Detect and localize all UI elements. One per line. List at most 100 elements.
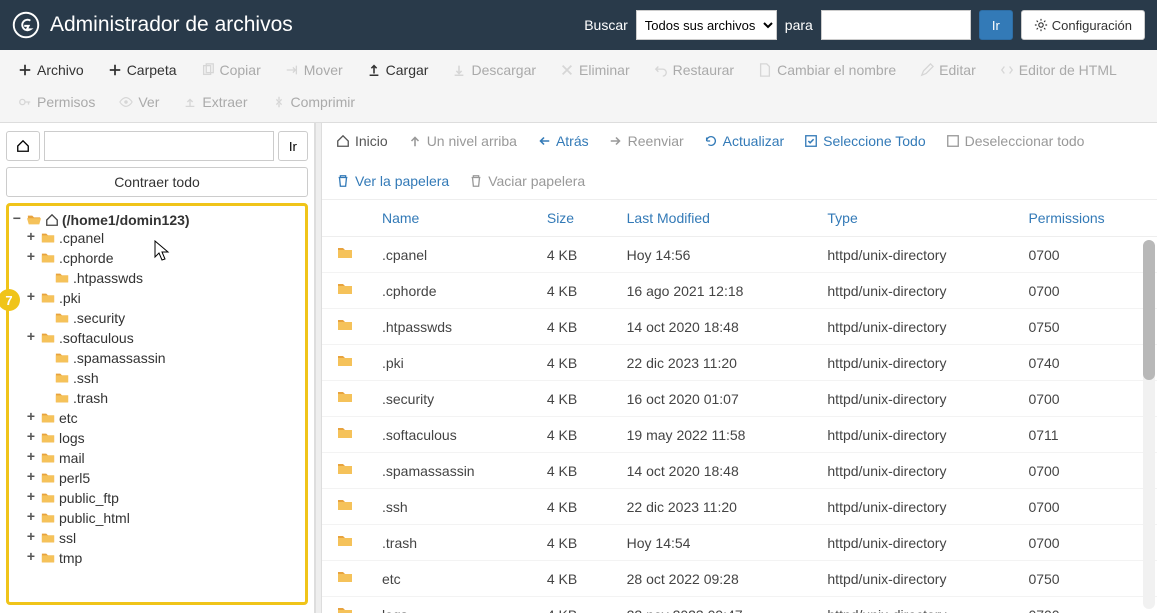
path-go-button[interactable]: Ir xyxy=(278,131,308,161)
nav-up-button[interactable]: Un nivel arriba xyxy=(404,131,521,151)
nav-back-button[interactable]: Atrás xyxy=(533,131,593,151)
folder-button[interactable]: Carpeta xyxy=(98,56,187,84)
folder-icon xyxy=(336,425,354,441)
tree-item[interactable]: +.cphorde xyxy=(11,250,303,266)
download-button[interactable]: Descargar xyxy=(442,56,546,84)
view-trash-button[interactable]: Ver la papelera xyxy=(332,171,453,191)
nav-reload-button[interactable]: Actualizar xyxy=(700,131,788,151)
tree-item[interactable]: +logs xyxy=(11,430,303,446)
tree-item-label: etc xyxy=(59,410,78,426)
nav-forward-button[interactable]: Reenviar xyxy=(605,131,688,151)
folder-icon xyxy=(40,291,56,305)
cell-modified: Hoy 14:56 xyxy=(613,237,814,273)
settings-button[interactable]: Configuración xyxy=(1021,10,1145,40)
tree-item-label: .htpasswds xyxy=(73,270,143,286)
vertical-splitter[interactable] xyxy=(315,123,322,613)
tree-item[interactable]: +.softaculous xyxy=(11,330,303,346)
copy-button[interactable]: Copiar xyxy=(191,56,271,84)
table-row[interactable]: .cphorde4 KB16 ago 2021 12:18httpd/unix-… xyxy=(322,273,1157,309)
tree-item-label: .cpanel xyxy=(59,230,104,246)
tree-item[interactable]: +mail xyxy=(11,450,303,466)
select-all-button[interactable]: Seleccione Todo xyxy=(800,131,929,151)
delete-button[interactable]: Eliminar xyxy=(550,56,640,84)
scrollbar-thumb[interactable] xyxy=(1143,240,1155,380)
tree-item[interactable]: +ssl xyxy=(11,530,303,546)
tree-item[interactable]: .htpasswds xyxy=(11,270,303,286)
file-button[interactable]: Archivo xyxy=(8,56,94,84)
cell-perm: 0740 xyxy=(1014,345,1157,381)
pencil-icon xyxy=(920,63,934,77)
html-editor-button[interactable]: Editor de HTML xyxy=(990,56,1127,84)
search-input[interactable] xyxy=(821,10,971,40)
upload-button[interactable]: Cargar xyxy=(357,56,439,84)
cell-size: 4 KB xyxy=(533,597,613,613)
nav-home-button[interactable]: Inicio xyxy=(332,131,392,151)
tree-item[interactable]: .security xyxy=(11,310,303,326)
table-row[interactable]: .cpanel4 KBHoy 14:56httpd/unix-directory… xyxy=(322,237,1157,273)
home-button[interactable] xyxy=(6,131,40,161)
search-go-button[interactable]: Ir xyxy=(979,10,1013,40)
cell-name: .security xyxy=(368,381,533,417)
main-toolbar: Archivo Carpeta Copiar Mover Cargar Desc… xyxy=(0,50,1157,123)
folder-icon xyxy=(54,311,70,325)
tree-item[interactable]: .trash xyxy=(11,390,303,406)
key-icon xyxy=(18,95,32,109)
cell-size: 4 KB xyxy=(533,273,613,309)
table-row[interactable]: .trash4 KBHoy 14:54httpd/unix-directory0… xyxy=(322,525,1157,561)
col-permissions[interactable]: Permissions xyxy=(1014,200,1157,237)
col-modified[interactable]: Last Modified xyxy=(613,200,814,237)
tree-item[interactable]: +etc xyxy=(11,410,303,426)
table-row[interactable]: logs4 KB22 nov 2023 09:47httpd/unix-dire… xyxy=(322,597,1157,613)
compress-button[interactable]: Comprimir xyxy=(262,88,366,116)
extract-button[interactable]: Extraer xyxy=(173,88,257,116)
col-size[interactable]: Size xyxy=(533,200,613,237)
collapse-all-button[interactable]: Contraer todo xyxy=(6,167,308,197)
tree-item[interactable]: +.cpanel xyxy=(11,230,303,246)
tree-item[interactable]: +public_ftp xyxy=(11,490,303,506)
table-row[interactable]: .security4 KB16 oct 2020 01:07httpd/unix… xyxy=(322,381,1157,417)
folder-open-icon xyxy=(26,213,42,227)
cell-perm: 0700 xyxy=(1014,489,1157,525)
tree-item-label: .spamassassin xyxy=(73,350,166,366)
cell-type: httpd/unix-directory xyxy=(813,525,1014,561)
cell-perm: 0700 xyxy=(1014,525,1157,561)
cell-perm: 0700 xyxy=(1014,273,1157,309)
table-row[interactable]: .spamassassin4 KB14 oct 2020 18:48httpd/… xyxy=(322,453,1157,489)
col-name[interactable]: Name xyxy=(368,200,533,237)
table-row[interactable]: .pki4 KB22 dic 2023 11:20httpd/unix-dire… xyxy=(322,345,1157,381)
search-scope-select[interactable]: Todos sus archivos xyxy=(636,10,777,40)
tree-item[interactable]: .spamassassin xyxy=(11,350,303,366)
trash-icon xyxy=(336,174,350,188)
tree-item[interactable]: +public_html xyxy=(11,510,303,526)
view-button[interactable]: Ver xyxy=(109,88,169,116)
empty-trash-button[interactable]: Vaciar papelera xyxy=(465,171,589,191)
directory-tree: −(/home1/domin123) +.cpanel +.cphorde .ht… xyxy=(11,210,303,570)
tree-item[interactable]: +perl5 xyxy=(11,470,303,486)
tree-item[interactable]: +.pki xyxy=(11,290,303,306)
folder-icon xyxy=(40,331,56,345)
cell-type: httpd/unix-directory xyxy=(813,381,1014,417)
col-type[interactable]: Type xyxy=(813,200,1014,237)
folder-icon xyxy=(336,317,354,333)
move-button[interactable]: Mover xyxy=(275,56,353,84)
table-row[interactable]: .htpasswds4 KB14 oct 2020 18:48httpd/uni… xyxy=(322,309,1157,345)
cell-size: 4 KB xyxy=(533,525,613,561)
tree-item[interactable]: +tmp xyxy=(11,550,303,566)
edit-button[interactable]: Editar xyxy=(910,56,986,84)
tree-root[interactable]: −(/home1/domin123) xyxy=(11,212,303,228)
unselect-all-button[interactable]: Deseleccionar todo xyxy=(942,131,1089,151)
cell-type: httpd/unix-directory xyxy=(813,489,1014,525)
restore-button[interactable]: Restaurar xyxy=(644,56,744,84)
rename-button[interactable]: Cambiar el nombre xyxy=(748,56,906,84)
table-row[interactable]: .ssh4 KB22 dic 2023 11:20httpd/unix-dire… xyxy=(322,489,1157,525)
permissions-button[interactable]: Permisos xyxy=(8,88,105,116)
tree-item[interactable]: .ssh xyxy=(11,370,303,386)
table-row[interactable]: .softaculous4 KB19 may 2022 11:58httpd/u… xyxy=(322,417,1157,453)
folder-icon xyxy=(54,371,70,385)
cell-modified: 16 ago 2021 12:18 xyxy=(613,273,814,309)
folder-icon xyxy=(54,391,70,405)
path-input[interactable] xyxy=(44,131,274,161)
tree-item-label: ssl xyxy=(59,530,76,546)
undo-icon xyxy=(654,63,668,77)
table-row[interactable]: etc4 KB28 oct 2022 09:28httpd/unix-direc… xyxy=(322,561,1157,597)
